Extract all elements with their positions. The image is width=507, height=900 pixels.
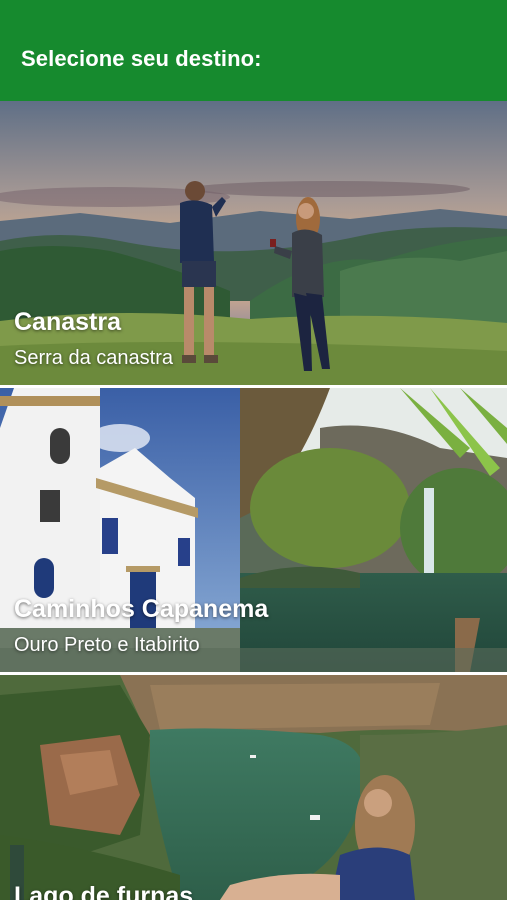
destination-title: Caminhos Capanema	[14, 595, 269, 623]
capanema-photo	[0, 388, 507, 672]
destination-subtitle: Serra da canastra	[14, 347, 173, 369]
destination-subtitle: Ouro Preto e Itabirito	[14, 634, 200, 656]
canastra-photo	[0, 101, 507, 385]
furnas-photo	[0, 675, 507, 900]
destination-card-lago-de-furnas[interactable]: Lago de furnas	[0, 675, 507, 900]
destination-title: Canastra	[14, 308, 121, 336]
app-screen: Selecione seu destino: Canastra Serra da…	[0, 0, 507, 900]
destination-title: Lago de furnas	[14, 882, 194, 900]
destination-card-caminhos-capanema[interactable]: Caminhos Capanema Ouro Preto e Itabirito	[0, 388, 507, 672]
page-title: Selecione seu destino:	[21, 46, 262, 71]
top-bar: Selecione seu destino:	[0, 0, 507, 101]
destination-card-canastra[interactable]: Canastra Serra da canastra	[0, 101, 507, 385]
